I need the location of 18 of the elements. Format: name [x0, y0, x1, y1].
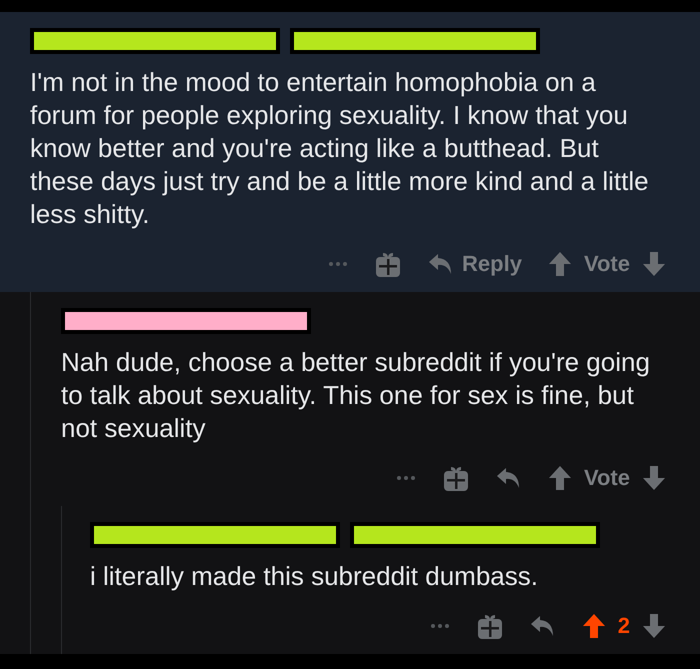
vote-count: Vote — [584, 250, 630, 278]
vote-count: Vote — [584, 464, 630, 492]
more-icon[interactable] — [396, 474, 416, 480]
upvote-icon[interactable] — [548, 250, 572, 276]
reply-button[interactable] — [496, 466, 522, 488]
upvote-icon[interactable] — [582, 612, 606, 638]
downvote-icon[interactable] — [642, 250, 666, 276]
reply-button[interactable] — [530, 614, 556, 636]
more-icon[interactable] — [430, 622, 450, 628]
upvote-icon[interactable] — [548, 464, 572, 490]
more-icon[interactable] — [328, 260, 348, 266]
comment-text: Nah dude, choose a better subreddit if you're going to talk about sexuality. This one for sex is fine, but not sexuality — [61, 346, 651, 445]
downvote-icon[interactable] — [642, 612, 666, 638]
reply-button[interactable]: Reply — [428, 247, 522, 280]
vote-count: 2 — [618, 612, 630, 640]
downvote-icon[interactable] — [642, 464, 666, 490]
comment-text: i literally made this subreddit dumbass. — [90, 560, 539, 593]
comment-text: I'm not in the mood to entertain homophobia on a forum for people exploring sexuality. I know that you know better and you're acting like a butthead. But these days just try and be a little more kind and a little less shitty. — [30, 66, 650, 231]
